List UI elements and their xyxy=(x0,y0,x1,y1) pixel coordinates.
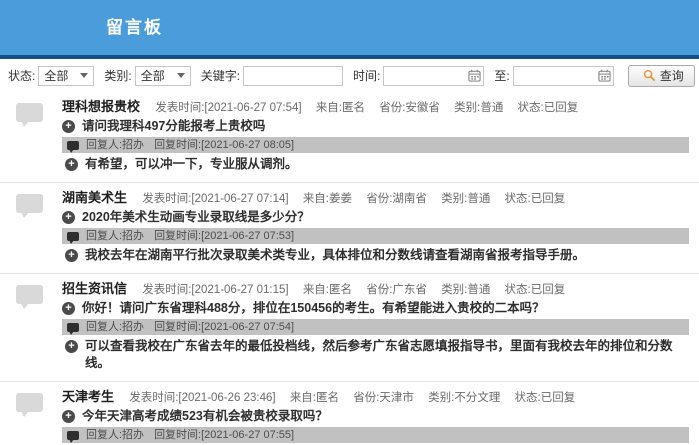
calendar-icon[interactable] xyxy=(598,69,611,82)
message-bubble-icon xyxy=(16,285,43,304)
message-status: 状态:已回复 xyxy=(505,284,566,296)
message-from: 来自:匿名 xyxy=(316,102,365,114)
status-select-value: 全部 xyxy=(44,67,68,84)
message-title-row: 理科想报贵校 发表时间:[2021-06-27 07:54] 来自:匿名 省份:… xyxy=(62,99,689,115)
message-category: 类别:普通 xyxy=(454,102,503,114)
status-select[interactable]: 全部 xyxy=(38,66,94,86)
chevron-down-icon xyxy=(177,73,185,78)
message-province: 省份:湖南省 xyxy=(366,193,427,205)
question-row: + 请问我理科497分能报考上贵校吗 xyxy=(62,118,689,135)
message-status: 状态:已回复 xyxy=(505,193,566,205)
message-posted-time: 发表时间:[2021-06-27 07:14] xyxy=(142,193,288,205)
reply-bubble-icon xyxy=(67,141,79,150)
expand-icon[interactable]: + xyxy=(65,249,78,262)
category-label: 类别: xyxy=(104,67,131,84)
message-posted-time: 发表时间:[2021-06-26 23:46] xyxy=(129,392,275,404)
keyword-label: 关键字: xyxy=(201,67,240,84)
message-title[interactable]: 招生资讯信 xyxy=(62,281,127,296)
reply-time: 回复时间:[2021-06-27 08:05] xyxy=(154,137,294,153)
reply-person: 回复人:招办 xyxy=(86,137,144,153)
message-title-row: 天津考生 发表时间:[2021-06-26 23:46] 来自:匿名 省份:天津… xyxy=(62,389,689,405)
time-to-input[interactable] xyxy=(514,68,598,84)
status-label: 状态: xyxy=(8,67,35,84)
page-title: 留言板 xyxy=(0,0,699,55)
message-posted-time: 发表时间:[2021-06-27 01:15] xyxy=(142,284,288,296)
question-row: + 2020年美术生动画专业录取线是多少分？ xyxy=(62,209,689,226)
category-select[interactable]: 全部 xyxy=(135,66,191,86)
reply-text: 可以查看我校在广东省去年的最低投档线，然后参考广东省志愿填报指导书，里面有我校去… xyxy=(85,338,689,372)
to-label: 至: xyxy=(494,67,509,84)
question-text: 请问我理科497分能报考上贵校吗 xyxy=(82,118,265,135)
question-text: 你好！请问广东省理科488分，排位在150456的考生。有希望能进入贵校的二本吗… xyxy=(82,300,545,317)
message-title-row: 湖南美术生 发表时间:[2021-06-27 07:14] 来自:姜姜 省份:湖… xyxy=(62,190,689,206)
message-category: 类别:不分文理 xyxy=(428,392,500,404)
message-from: 来自:匿名 xyxy=(303,284,352,296)
message-posted-time: 发表时间:[2021-06-27 07:54] xyxy=(155,102,301,114)
question-row: + 你好！请问广东省理科488分，排位在150456的考生。有希望能进入贵校的二… xyxy=(62,300,689,317)
message-item: 天津考生 发表时间:[2021-06-26 23:46] 来自:匿名 省份:天津… xyxy=(0,382,699,445)
time-label: 时间: xyxy=(353,67,380,84)
reply-person: 回复人:招办 xyxy=(86,427,144,443)
search-button-label: 查询 xyxy=(660,67,684,84)
time-from-field xyxy=(383,66,484,86)
reply-time: 回复时间:[2021-06-27 07:55] xyxy=(154,427,294,443)
message-status: 状态:已回复 xyxy=(515,392,576,404)
category-select-value: 全部 xyxy=(141,67,165,84)
reply-row: + 有希望，可以冲一下，专业服从调剂。 xyxy=(62,156,689,173)
message-status: 状态:已回复 xyxy=(518,102,579,114)
reply-time: 回复时间:[2021-06-27 07:53] xyxy=(154,228,294,244)
expand-icon[interactable]: + xyxy=(65,340,78,353)
message-title[interactable]: 理科想报贵校 xyxy=(62,99,140,114)
time-from-input[interactable] xyxy=(384,68,468,84)
keyword-input[interactable] xyxy=(243,66,343,86)
search-icon xyxy=(643,69,656,82)
reply-meta-bar: 回复人:招办 回复时间:[2021-06-27 07:55] xyxy=(62,427,689,443)
reply-bubble-icon xyxy=(67,323,79,332)
reply-bubble-icon xyxy=(67,431,79,440)
message-item: 招生资讯信 发表时间:[2021-06-27 01:15] 来自:匿名 省份:广… xyxy=(0,274,699,382)
search-button[interactable]: 查询 xyxy=(628,65,695,87)
expand-icon[interactable]: + xyxy=(65,158,78,171)
reply-person: 回复人:招办 xyxy=(86,319,144,335)
message-category: 类别:普通 xyxy=(441,193,490,205)
expand-icon[interactable]: + xyxy=(62,410,75,423)
reply-row: + 可以查看我校在广东省去年的最低投档线，然后参考广东省志愿填报指导书，里面有我… xyxy=(62,338,689,372)
question-text: 今年天津高考成绩523有机会被贵校录取吗？ xyxy=(82,408,328,425)
message-bubble-icon xyxy=(16,194,43,213)
message-province: 省份:天津市 xyxy=(353,392,414,404)
message-item: 湖南美术生 发表时间:[2021-06-27 07:14] 来自:姜姜 省份:湖… xyxy=(0,183,699,274)
reply-text: 有希望，可以冲一下，专业服从调剂。 xyxy=(85,156,298,173)
question-text: 2020年美术生动画专业录取线是多少分？ xyxy=(82,209,310,226)
message-bubble-icon xyxy=(16,103,43,122)
reply-time: 回复时间:[2021-06-27 07:54] xyxy=(154,319,294,335)
calendar-icon[interactable] xyxy=(468,69,481,82)
expand-icon[interactable]: + xyxy=(62,211,75,224)
chevron-down-icon xyxy=(80,73,88,78)
question-row: + 今年天津高考成绩523有机会被贵校录取吗？ xyxy=(62,408,689,425)
reply-person: 回复人:招办 xyxy=(86,228,144,244)
reply-row: + 我校去年在湖南平行批次录取美术类专业，具体排位和分数线请查看湖南省报考指导手… xyxy=(62,247,689,264)
expand-icon[interactable]: + xyxy=(62,302,75,315)
reply-meta-bar: 回复人:招办 回复时间:[2021-06-27 07:53] xyxy=(62,228,689,244)
message-province: 省份:广东省 xyxy=(366,284,427,296)
message-from: 来自:匿名 xyxy=(290,392,339,404)
reply-meta-bar: 回复人:招办 回复时间:[2021-06-27 07:54] xyxy=(62,319,689,335)
message-board-page: 留言板 状态: 全部 类别: 全部 关键字: 时间: 至: xyxy=(0,0,699,445)
time-to-field xyxy=(513,66,614,86)
reply-meta-bar: 回复人:招办 回复时间:[2021-06-27 08:05] xyxy=(62,137,689,153)
message-title[interactable]: 天津考生 xyxy=(62,389,114,404)
filter-bar: 状态: 全部 类别: 全部 关键字: 时间: 至: xyxy=(0,59,699,92)
expand-icon[interactable]: + xyxy=(62,120,75,133)
reply-text: 我校去年在湖南平行批次录取美术类专业，具体排位和分数线请查看湖南省报考指导手册。 xyxy=(85,247,585,264)
message-title[interactable]: 湖南美术生 xyxy=(62,190,127,205)
message-from: 来自:姜姜 xyxy=(303,193,352,205)
message-bubble-icon xyxy=(16,393,43,412)
page-header: 留言板 xyxy=(0,0,699,55)
message-category: 类别:普通 xyxy=(441,284,490,296)
reply-bubble-icon xyxy=(67,232,79,241)
message-title-row: 招生资讯信 发表时间:[2021-06-27 01:15] 来自:匿名 省份:广… xyxy=(62,281,689,297)
message-province: 省份:安徽省 xyxy=(379,102,440,114)
message-item: 理科想报贵校 发表时间:[2021-06-27 07:54] 来自:匿名 省份:… xyxy=(0,92,699,183)
